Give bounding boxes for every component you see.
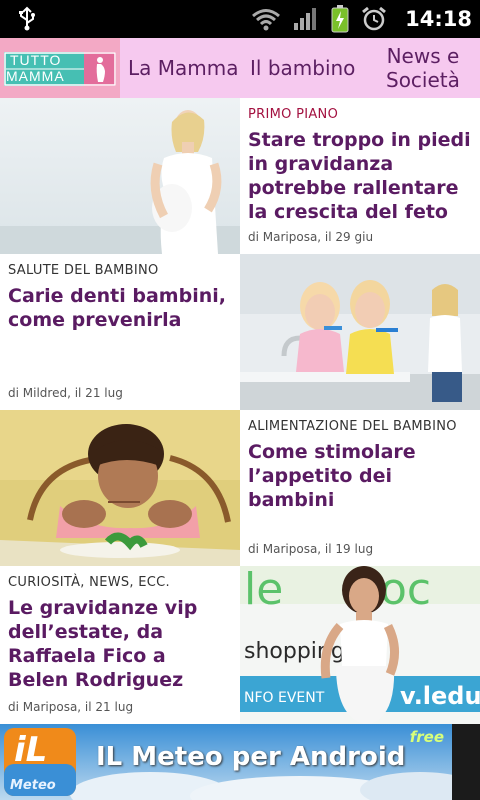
logo-text-mamma: MAMMA xyxy=(6,68,65,84)
tutto-mamma-logo[interactable]: TUTTO MAMMA xyxy=(0,38,120,98)
clock: 14:18 xyxy=(405,7,472,31)
article-meta: di Mariposa, il 19 lug xyxy=(248,542,374,556)
nav-item-label-line2: Società xyxy=(386,68,460,92)
article-title[interactable]: Stare troppo in piedi in gravidanza potr… xyxy=(248,128,472,224)
article-meta: di Mildred, il 21 lug xyxy=(8,386,123,400)
ad-banner[interactable]: iL Meteo IL Meteo per Android free xyxy=(0,724,480,800)
svg-text:le: le xyxy=(244,566,283,615)
celebrity-pregnant-event-photo[interactable]: le oc shopping NFO EVENT v.ledu xyxy=(240,566,480,724)
article-meta: di Mariposa, il 29 giu xyxy=(248,230,374,244)
usb-icon xyxy=(19,6,35,31)
wifi-icon xyxy=(252,9,281,31)
article-card[interactable]: SALUTE DEL BAMBINO Carie denti bambini, … xyxy=(0,254,240,410)
nav-item-la-mamma[interactable]: La Mamma xyxy=(128,38,239,98)
nav-bar: TUTTO MAMMA La Mamma Il bambino News e S… xyxy=(0,38,480,98)
pregnant-woman-photo[interactable] xyxy=(0,98,240,254)
article-card[interactable]: CURIOSITÀ, NEWS, ECC. Le gravidanze vip … xyxy=(0,566,240,724)
ad-logo-mark: iL xyxy=(14,730,48,770)
nav-item-label: Il bambino xyxy=(250,56,356,80)
article-title[interactable]: Le gravidanze vip dell’estate, da Raffae… xyxy=(8,596,232,692)
ad-free-badge: free xyxy=(409,728,444,746)
nav-item-il-bambino[interactable]: Il bambino xyxy=(250,38,355,98)
article-category: SALUTE DEL BAMBINO xyxy=(8,263,159,278)
svg-text:NFO EVENT: NFO EVENT xyxy=(244,690,325,706)
ad-logo-text: Meteo xyxy=(10,778,56,793)
article-category: PRIMO PIANO xyxy=(248,107,339,122)
nav-item-label: La Mamma xyxy=(128,56,239,80)
child-refusing-food-photo[interactable] xyxy=(0,410,240,566)
logo-text-tutto: TUTTO xyxy=(10,52,62,68)
nav-item-news-societa[interactable]: News e Società xyxy=(386,38,460,98)
battery-charging-icon xyxy=(331,5,349,33)
article-meta: di Mariposa, il 21 lug xyxy=(8,700,134,714)
article-card[interactable]: ALIMENTAZIONE DEL BAMBINO Come stimolare… xyxy=(240,410,480,566)
svg-text:v.ledu: v.ledu xyxy=(400,682,480,710)
signal-icon xyxy=(294,8,317,30)
status-bar: 14:18 xyxy=(0,0,480,38)
article-category: CURIOSITÀ, NEWS, ECC. xyxy=(8,575,170,590)
article-title[interactable]: Come stimolare l’appetito dei bambini xyxy=(248,440,472,512)
article-card[interactable]: PRIMO PIANO Stare troppo in piedi in gra… xyxy=(240,98,480,254)
svg-text:oc: oc xyxy=(380,566,431,615)
article-category: ALIMENTAZIONE DEL BAMBINO xyxy=(248,419,457,434)
children-brushing-teeth-photo[interactable] xyxy=(240,254,480,410)
ad-title: IL Meteo per Android xyxy=(96,742,406,772)
alarm-icon xyxy=(362,6,387,31)
article-title[interactable]: Carie denti bambini, come prevenirla xyxy=(8,284,232,332)
nav-item-label-line1: News e xyxy=(386,44,460,68)
